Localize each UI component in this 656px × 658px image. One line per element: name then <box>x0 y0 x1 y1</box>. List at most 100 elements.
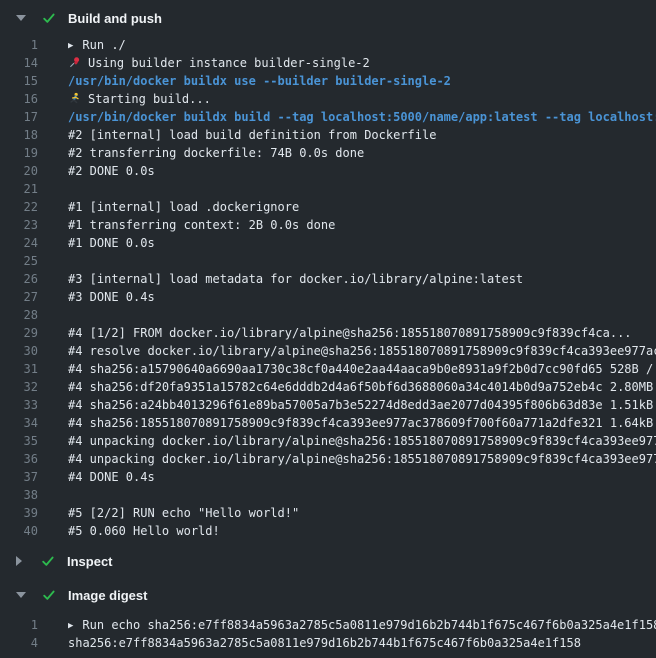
line-content <box>68 486 656 504</box>
line-number[interactable]: 24 <box>0 234 38 252</box>
line-content: #4 unpacking docker.io/library/alpine@sh… <box>68 450 656 468</box>
line-text: #2 DONE 0.0s <box>68 164 155 178</box>
log-line: 37 #4 DONE 0.4s <box>0 468 656 486</box>
line-number[interactable]: 31 <box>0 360 38 378</box>
log-line: 15/usr/bin/docker buildx use --builder b… <box>0 72 656 90</box>
line-number[interactable]: 27 <box>0 288 38 306</box>
line-number[interactable]: 38 <box>0 486 38 504</box>
section-title-inspect: Inspect <box>67 554 113 569</box>
log-line: 14 Using builder instance builder-single-… <box>0 54 656 72</box>
line-number[interactable]: 37 <box>0 468 38 486</box>
section-header-inspect[interactable]: Inspect <box>0 546 656 576</box>
section-body-build-and-push: 1 ▶Run ./ 14 Using builder instance builder… <box>0 36 656 540</box>
log-line: 1 ▶ Run echo sha256:e7ff8834a5963a2785c5a0… <box>0 616 656 634</box>
log-line: 18 #2 [internal] load build definition fr… <box>0 126 656 144</box>
line-number[interactable]: 33 <box>0 396 38 414</box>
line-content: ▶ Run echo sha256:e7ff8834a5963a2785c5a08… <box>68 616 656 634</box>
line-content: #4 DONE 0.4s <box>68 468 656 486</box>
line-content: #1 [internal] load .dockerignore <box>68 198 656 216</box>
line-content <box>68 180 656 198</box>
line-number[interactable]: 40 <box>0 522 38 540</box>
workflow-log: Build and push1▶Run ./14Using builder in… <box>0 0 656 658</box>
line-content <box>68 252 656 270</box>
line-number[interactable]: 4 <box>0 634 38 652</box>
line-text: #1 transferring context: 2B 0.0s done <box>68 218 335 232</box>
chevron-right-icon[interactable] <box>16 556 22 566</box>
line-text: Run echo sha256:e7ff8834a5963a2785c5a081… <box>82 618 656 632</box>
log-line: 40 #5 0.060 Hello world! <box>0 522 656 540</box>
line-text: #4 sha256:a15790640a6690aa1730c38cf0a440… <box>68 362 656 376</box>
line-number[interactable]: 28 <box>0 306 38 324</box>
log-line: 38 <box>0 486 656 504</box>
line-number[interactable]: 22 <box>0 198 38 216</box>
log-line: 4 sha256:e7ff8834a5963a2785c5a0811e979d16… <box>0 634 656 652</box>
log-line: 31 #4 sha256:a15790640a6690aa1730c38cf0a4… <box>0 360 656 378</box>
line-number[interactable]: 1 <box>0 616 38 634</box>
line-number[interactable]: 39 <box>0 504 38 522</box>
line-number[interactable]: 35 <box>0 432 38 450</box>
line-text: #4 resolve docker.io/library/alpine@sha2… <box>68 344 656 358</box>
line-text: #1 DONE 0.0s <box>68 236 155 250</box>
runner-icon <box>68 92 81 105</box>
line-number[interactable]: 26 <box>0 270 38 288</box>
log-line: 29#4 [1/2] FROM docker.io/library/alpine… <box>0 324 656 342</box>
line-content: sha256:e7ff8834a5963a2785c5a0811e979d16b… <box>68 634 656 652</box>
line-number[interactable]: 25 <box>0 252 38 270</box>
log-line: 26 #3 [internal] load metadata for docker… <box>0 270 656 288</box>
log-line: 19#2 transferring dockerfile: 74B 0.0s d… <box>0 144 656 162</box>
line-content: #2 [internal] load build definition from… <box>68 126 656 144</box>
line-content: ▶Run ./ <box>68 36 656 54</box>
line-number[interactable]: 34 <box>0 414 38 432</box>
line-number[interactable]: 36 <box>0 450 38 468</box>
line-text: Using builder instance builder-single-2 <box>88 56 370 70</box>
line-content: #1 DONE 0.0s <box>68 234 656 252</box>
log-line: 24 #1 DONE 0.0s <box>0 234 656 252</box>
line-number[interactable]: 15 <box>0 72 38 90</box>
line-content: Starting build... <box>68 90 656 108</box>
run-expand-arrow-icon[interactable]: ▶ <box>68 37 73 54</box>
line-text: #3 [internal] load metadata for docker.i… <box>68 272 523 286</box>
line-text: Starting build... <box>88 92 211 106</box>
line-number[interactable]: 21 <box>0 180 38 198</box>
line-content: #1 transferring context: 2B 0.0s done <box>68 216 656 234</box>
line-content <box>68 306 656 324</box>
line-text: #5 [2/2] RUN echo "Hello world!" <box>68 506 299 520</box>
line-content: #5 0.060 Hello world! <box>68 522 656 540</box>
line-number[interactable]: 17 <box>0 108 38 126</box>
line-text: /usr/bin/docker buildx build --tag local… <box>68 110 656 124</box>
line-number[interactable]: 32 <box>0 378 38 396</box>
line-number[interactable]: 30 <box>0 342 38 360</box>
line-number[interactable]: 23 <box>0 216 38 234</box>
line-text: #2 [internal] load build definition from… <box>68 128 436 142</box>
line-content: #3 DONE 0.4s <box>68 288 656 306</box>
log-line: 21 <box>0 180 656 198</box>
section-header-build-and-push[interactable]: Build and push <box>0 0 656 36</box>
log-line: 33 #4 sha256:a24bb4013296f61e89ba57005a7b… <box>0 396 656 414</box>
section-body-image-digest: 1 ▶ Run echo sha256:e7ff8834a5963a2785c5a0… <box>0 610 656 652</box>
chevron-down-icon[interactable] <box>16 15 26 21</box>
log-line: 27 #3 DONE 0.4s <box>0 288 656 306</box>
line-number[interactable]: 1 <box>0 36 38 54</box>
line-number[interactable]: 29 <box>0 324 38 342</box>
line-content: #4 sha256:a24bb4013296f61e89ba57005a7b3e… <box>68 396 656 414</box>
line-number[interactable]: 20 <box>0 162 38 180</box>
line-content: Using builder instance builder-single-2 <box>68 54 656 72</box>
line-number[interactable]: 19 <box>0 144 38 162</box>
run-expand-arrow-icon[interactable]: ▶ <box>68 617 73 634</box>
line-content: #3 [internal] load metadata for docker.i… <box>68 270 656 288</box>
line-number[interactable]: 18 <box>0 126 38 144</box>
log-line: 35 #4 unpacking docker.io/library/alpine@… <box>0 432 656 450</box>
section-header-image-digest[interactable]: Image digest <box>0 580 656 610</box>
chevron-down-icon[interactable] <box>16 592 26 598</box>
line-content: #4 resolve docker.io/library/alpine@sha2… <box>68 342 656 360</box>
line-text: #4 unpacking docker.io/library/alpine@sh… <box>68 434 656 448</box>
line-content: /usr/bin/docker buildx build --tag local… <box>68 108 656 126</box>
line-number[interactable]: 16 <box>0 90 38 108</box>
log-line: 28 <box>0 306 656 324</box>
line-text: #4 sha256:df20fa9351a15782c64e6dddb2d4a6… <box>68 380 656 394</box>
log-line: 30 #4 resolve docker.io/library/alpine@sh… <box>0 342 656 360</box>
line-number[interactable]: 14 <box>0 54 38 72</box>
log-line: 22 #1 [internal] load .dockerignore <box>0 198 656 216</box>
line-content: /usr/bin/docker buildx use --builder bui… <box>68 72 656 90</box>
log-line: 16 Starting build... <box>0 90 656 108</box>
